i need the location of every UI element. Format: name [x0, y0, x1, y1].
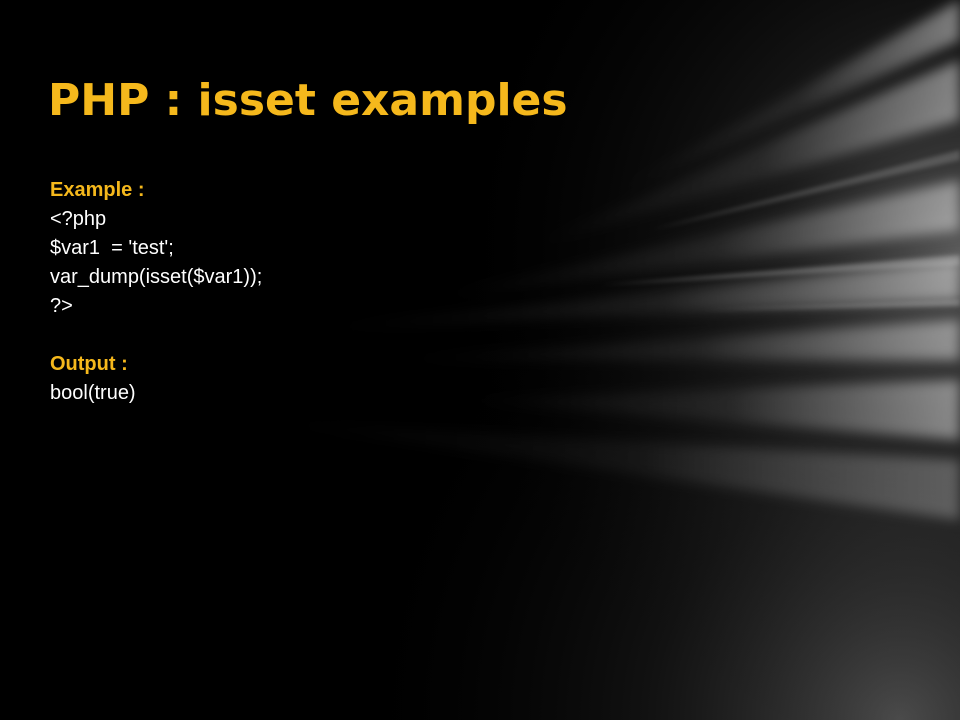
output-label: Output :	[50, 353, 128, 375]
code-line-1: <?php	[50, 208, 107, 230]
code-line-3: var_dump(isset($var1));	[50, 266, 263, 288]
example-label: Example :	[50, 179, 145, 201]
code-line-4: ?>	[50, 295, 73, 317]
slide: PHP : isset examples Example : <?php $va…	[0, 0, 960, 720]
slide-body: Example : <?php $var1 = 'test'; var_dump…	[50, 176, 570, 408]
slide-title: PHP : isset examples	[48, 75, 568, 126]
code-line-2: $var1 = 'test';	[50, 237, 174, 259]
output-line-1: bool(true)	[50, 382, 136, 404]
